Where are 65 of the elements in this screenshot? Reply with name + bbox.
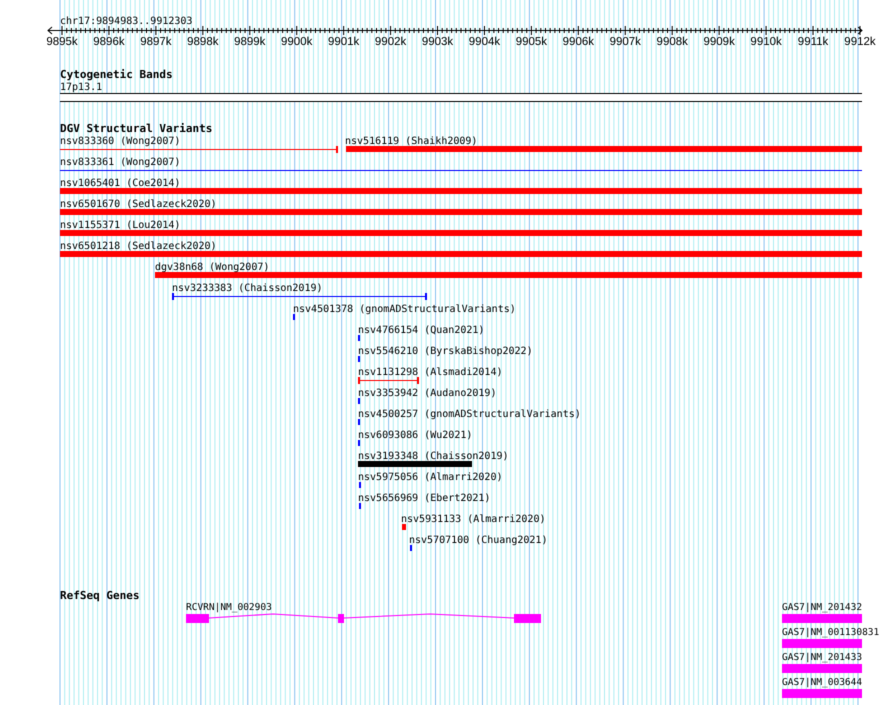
gene-label: GAS7|NM_201433 bbox=[782, 652, 862, 663]
axis-label: 9897k bbox=[140, 36, 172, 48]
gene-label: GAS7|NM_001130831 bbox=[782, 627, 880, 638]
axis-label: 9905k bbox=[516, 36, 548, 48]
track-title: DGV Structural Variants bbox=[60, 122, 212, 135]
axis-label: 9906k bbox=[562, 36, 594, 48]
variant-bar[interactable] bbox=[60, 209, 862, 215]
gene-label: GAS7|NM_003644 bbox=[782, 677, 862, 688]
gene-bar[interactable] bbox=[782, 639, 862, 648]
variant-label: nsv4500257 (gnomADStructuralVariants) bbox=[358, 409, 581, 420]
variant-label: nsv6093086 (Wu2021) bbox=[358, 430, 472, 441]
axis-label: 9903k bbox=[422, 36, 454, 48]
track-title: RefSeq Genes bbox=[60, 589, 140, 602]
gene-model-drawing[interactable] bbox=[186, 614, 541, 623]
variant-label: dgv38n68 (Wong2007) bbox=[155, 262, 270, 273]
variant-bar[interactable] bbox=[402, 524, 406, 530]
variant-bar[interactable] bbox=[155, 272, 862, 278]
gene-bar[interactable] bbox=[782, 689, 862, 698]
axis-label: 9907k bbox=[610, 36, 641, 48]
variant-line[interactable] bbox=[172, 293, 427, 300]
axis-label: 9902k bbox=[374, 36, 406, 48]
variant-label: nsv516119 (Shaikh2009) bbox=[345, 136, 478, 147]
variant-label: nsv3353942 (Audano2019) bbox=[358, 388, 496, 399]
variant-bar[interactable] bbox=[346, 146, 862, 152]
variant-label: nsv1131298 (Alsmadi2014) bbox=[358, 367, 502, 378]
variant-label: nsv4766154 (Quan2021) bbox=[358, 325, 484, 336]
axis-label: 9899k bbox=[234, 36, 266, 48]
gene-label: RCVRN|NM_002903 bbox=[186, 602, 272, 613]
variant-label: nsv833360 (Wong2007) bbox=[60, 136, 180, 147]
axis-label: 9895k bbox=[46, 36, 78, 48]
variant-bar[interactable] bbox=[60, 188, 862, 194]
variant-label: nsv6501670 (Sedlazeck2020) bbox=[60, 199, 217, 210]
axis-label: 9908k bbox=[656, 36, 688, 48]
variant-label: nsv5931133 (Almarri2020) bbox=[401, 514, 546, 525]
gene-label: GAS7|NM_201432 bbox=[782, 602, 862, 613]
variant-label: nsv5975056 (Almarri2020) bbox=[358, 472, 502, 483]
variant-label: nsv5546210 (ByrskaBishop2022) bbox=[358, 346, 533, 357]
gene-bar[interactable] bbox=[782, 614, 862, 623]
axis-label: 9898k bbox=[187, 36, 218, 48]
variant-label: nsv4501378 (gnomADStructuralVariants) bbox=[293, 304, 516, 315]
variant-line[interactable] bbox=[60, 146, 338, 153]
variant-label: nsv833361 (Wong2007) bbox=[60, 157, 180, 168]
axis-label: 9912k bbox=[844, 36, 876, 48]
variant-line[interactable] bbox=[358, 377, 419, 384]
variant-label: nsv3193348 (Chaisson2019) bbox=[358, 451, 509, 462]
track-title: Cytogenetic Bands bbox=[60, 68, 173, 81]
variant-bar[interactable] bbox=[60, 230, 862, 236]
variant-label: nsv5656969 (Ebert2021) bbox=[358, 493, 490, 504]
variant-label: nsv6501218 (Sedlazeck2020) bbox=[60, 241, 217, 252]
variant-label: nsv5707100 (Chuang2021) bbox=[409, 535, 548, 546]
axis-label: 9904k bbox=[468, 36, 500, 48]
variant-bar[interactable] bbox=[358, 461, 472, 467]
variant-label: nsv3233383 (Chaisson2019) bbox=[172, 283, 323, 294]
position-label: chr17:9894983..9912303 bbox=[60, 16, 192, 27]
axis-label: 9896k bbox=[93, 36, 125, 48]
axis-label: 9900k bbox=[281, 36, 312, 48]
axis-label: 9910k bbox=[750, 36, 782, 48]
axis-label: 9911k bbox=[798, 36, 828, 48]
variant-label: nsv1155371 (Lou2014) bbox=[60, 220, 180, 231]
variant-label: nsv1065401 (Coe2014) bbox=[60, 178, 180, 189]
cytoband-label: 17p13.1 bbox=[60, 82, 102, 93]
axis-label: 9901k bbox=[328, 36, 360, 48]
variant-bar[interactable] bbox=[60, 251, 862, 257]
gene-bar[interactable] bbox=[782, 664, 862, 673]
axis-label: 9909k bbox=[704, 36, 735, 48]
